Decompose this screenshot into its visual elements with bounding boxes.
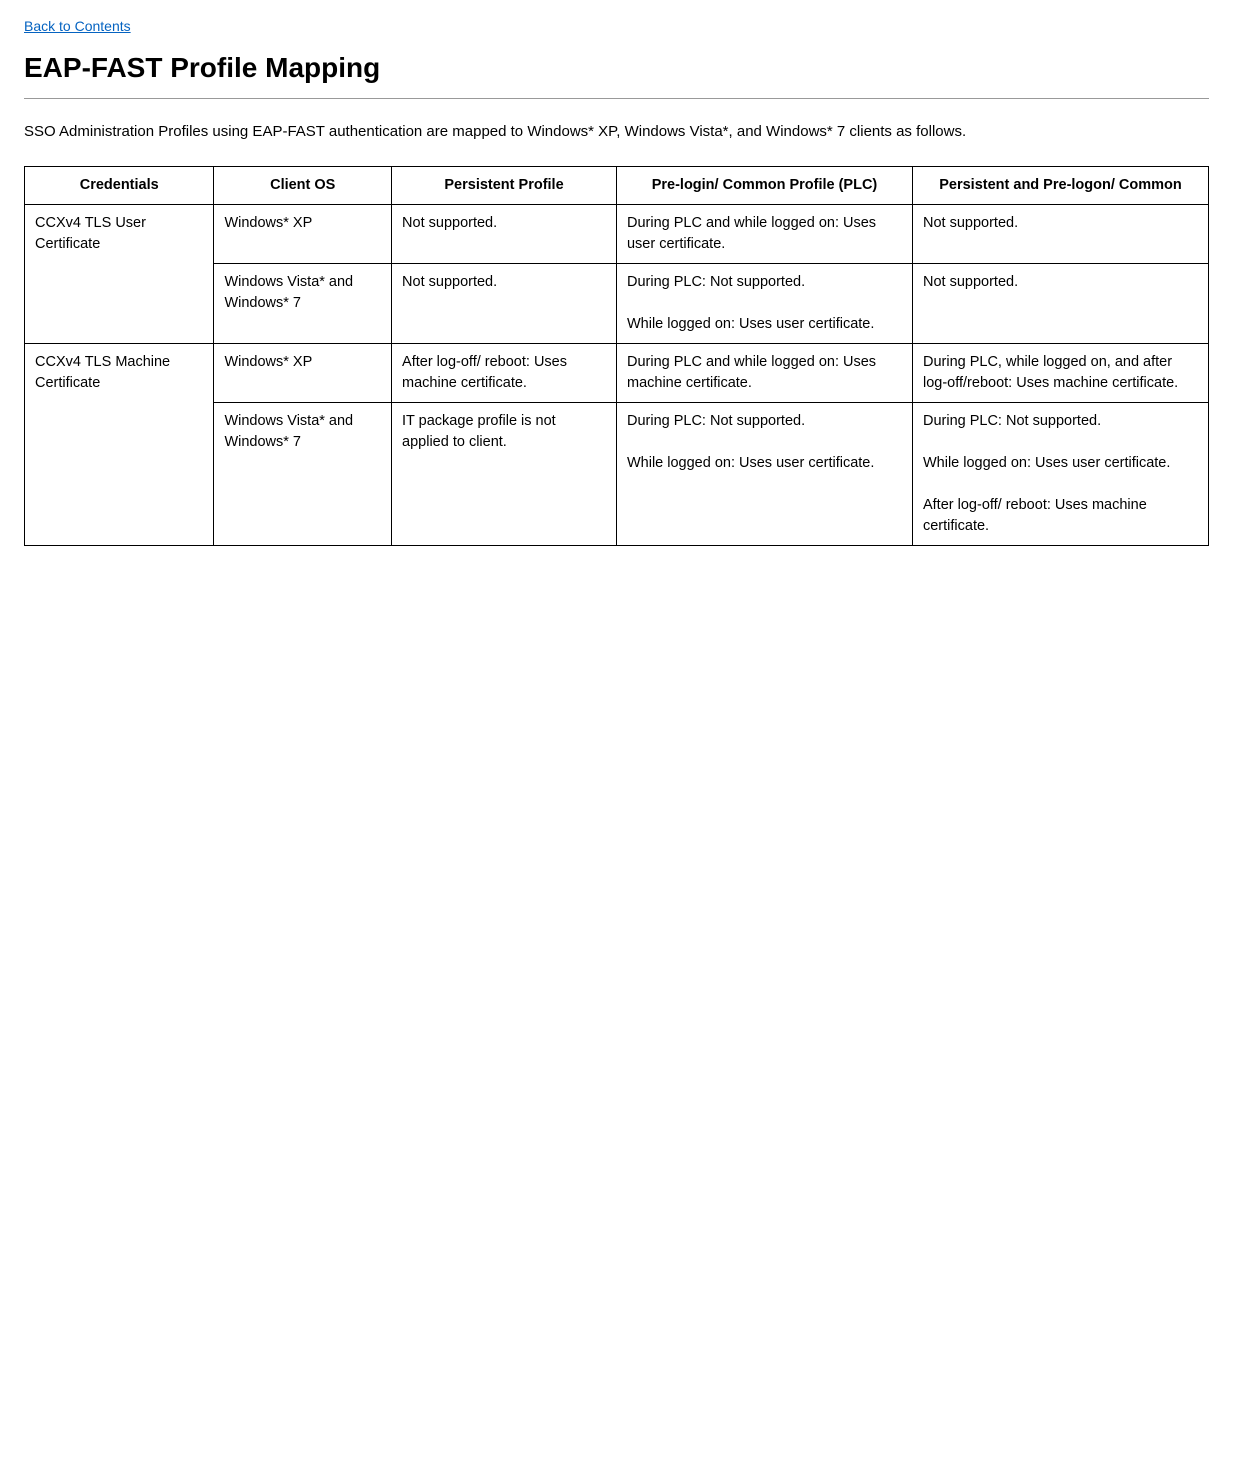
header-persistent-profile: Persistent Profile xyxy=(392,166,617,204)
cell-credentials-2: CCXv4 TLS Machine Certificate xyxy=(25,343,214,545)
cell-client-os: Windows* XP xyxy=(214,204,392,263)
intro-text: SSO Administration Profiles using EAP-FA… xyxy=(24,121,1209,144)
table-row: CCXv4 TLS Machine CertificateWindows* XP… xyxy=(25,343,1209,402)
cell-plc: During PLC and while logged on: Uses mac… xyxy=(616,343,912,402)
cell-client-os: Windows Vista* and Windows* 7 xyxy=(214,263,392,343)
table-body: CCXv4 TLS User CertificateWindows* XPNot… xyxy=(25,204,1209,545)
cell-plc: During PLC: Not supported.While logged o… xyxy=(616,263,912,343)
header-client-os: Client OS xyxy=(214,166,392,204)
cell-persistent-prelogon: During PLC: Not supported.While logged o… xyxy=(912,402,1208,545)
cell-persistent-profile: Not supported. xyxy=(392,263,617,343)
header-plc: Pre-login/ Common Profile (PLC) xyxy=(616,166,912,204)
cell-client-os: Windows* XP xyxy=(214,343,392,402)
page-title: EAP-FAST Profile Mapping xyxy=(24,52,1209,84)
cell-persistent-profile: After log-off/ reboot: Uses machine cert… xyxy=(392,343,617,402)
table-row: CCXv4 TLS User CertificateWindows* XPNot… xyxy=(25,204,1209,263)
cell-persistent-prelogon: Not supported. xyxy=(912,263,1208,343)
header-credentials: Credentials xyxy=(25,166,214,204)
cell-persistent-prelogon: During PLC, while logged on, and after l… xyxy=(912,343,1208,402)
cell-client-os: Windows Vista* and Windows* 7 xyxy=(214,402,392,545)
mapping-table: Credentials Client OS Persistent Profile… xyxy=(24,166,1209,546)
cell-persistent-prelogon: Not supported. xyxy=(912,204,1208,263)
cell-plc: During PLC: Not supported.While logged o… xyxy=(616,402,912,545)
title-divider xyxy=(24,98,1209,99)
header-persistent-prelogon: Persistent and Pre-logon/ Common xyxy=(912,166,1208,204)
cell-credentials-1: CCXv4 TLS User Certificate xyxy=(25,204,214,343)
back-to-contents-link[interactable]: Back to Contents xyxy=(24,18,131,34)
cell-persistent-profile: Not supported. xyxy=(392,204,617,263)
table-header-row: Credentials Client OS Persistent Profile… xyxy=(25,166,1209,204)
cell-persistent-profile: IT package profile is not applied to cli… xyxy=(392,402,617,545)
cell-plc: During PLC and while logged on: Uses use… xyxy=(616,204,912,263)
